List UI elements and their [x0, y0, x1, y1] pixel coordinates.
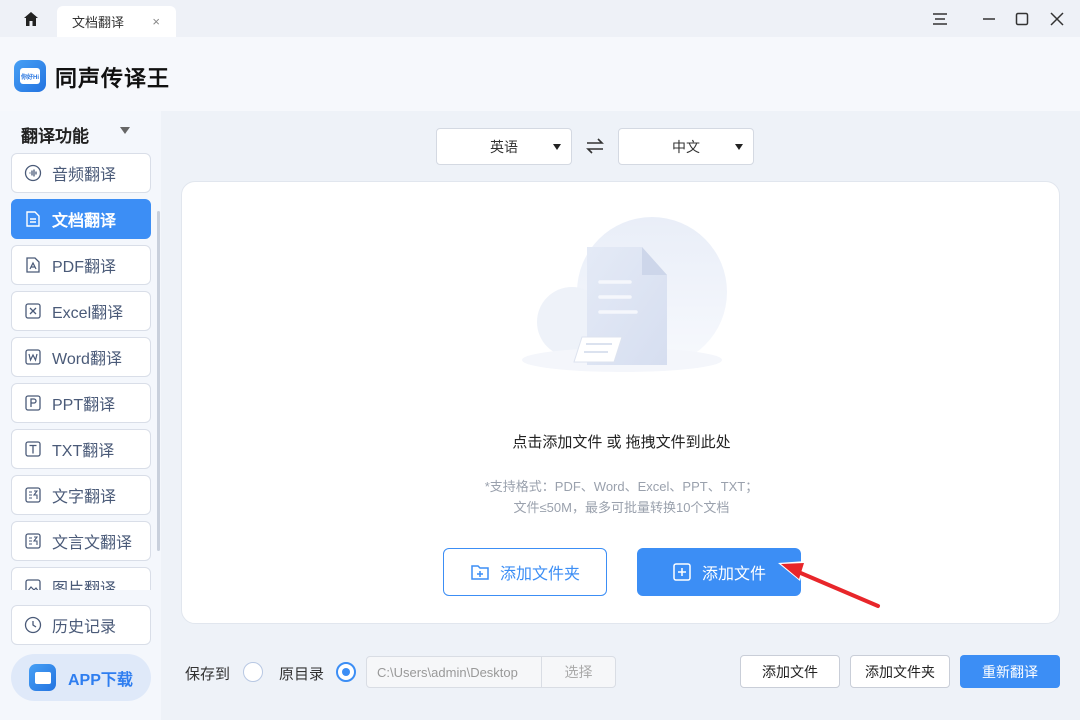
target-language-select[interactable]: 中文	[618, 128, 754, 165]
choose-path-button[interactable]: 选择	[541, 656, 616, 688]
sidebar-item-label: 图片翻译	[52, 581, 117, 590]
pdf-icon	[24, 256, 42, 274]
sidebar-item-word[interactable]: Word翻译	[11, 337, 151, 377]
caret-down-icon	[735, 144, 743, 150]
text-translate-icon	[24, 486, 42, 504]
close-icon[interactable]	[1046, 8, 1068, 30]
sidebar-item-label: 文档翻译	[52, 213, 117, 230]
chevron-down-icon[interactable]	[120, 127, 130, 134]
sidebar-item-excel[interactable]: Excel翻译	[11, 291, 151, 331]
sidebar-item-ppt[interactable]: PPT翻译	[11, 383, 151, 423]
bottom-bar: 保存到 原目录 C:\Users\admin\Desktop 选择 添加文件 添…	[161, 633, 1080, 720]
app-download-button[interactable]: APP下载	[11, 654, 151, 701]
source-language-value: 英语	[490, 138, 518, 155]
add-folder-label: 添加文件夹	[499, 566, 580, 583]
sidebar-item-document[interactable]: 文档翻译	[11, 199, 151, 239]
sidebar-item-classical-chinese[interactable]: 文言文翻译	[11, 521, 151, 561]
nav-list: 音频翻译 文档翻译 PDF翻译 Excel翻译 Word翻译 PPT翻译 TXT…	[11, 153, 151, 590]
folder-add-icon	[470, 562, 490, 582]
drop-zone-title: 点击添加文件 或 拖拽文件到此处	[512, 434, 731, 451]
sidebar-item-label: 音频翻译	[52, 167, 117, 184]
main-area: 英语 中文 点击添加文件 或 拖拽文件到此处 *支持格式：PDF、Word、Ex…	[161, 111, 1080, 720]
file-drop-zone[interactable]: 点击添加文件 或 拖拽文件到此处 *支持格式：PDF、Word、Excel、PP…	[181, 181, 1060, 624]
clock-icon	[24, 616, 42, 634]
app-title: 同声传译王	[55, 66, 171, 91]
app-logo: 你好Hi	[14, 60, 46, 92]
minimize-icon[interactable]	[978, 8, 1000, 30]
source-language-select[interactable]: 英语	[436, 128, 572, 165]
sidebar-item-label: 文言文翻译	[52, 535, 133, 552]
sidebar-item-text-translate[interactable]: 文字翻译	[11, 475, 151, 515]
bottom-add-file-button[interactable]: 添加文件	[740, 655, 840, 688]
maximize-icon[interactable]	[1011, 8, 1033, 30]
history-label: 历史记录	[52, 619, 117, 636]
title-bar: 文档翻译 ×	[0, 0, 1080, 37]
target-language-value: 中文	[672, 138, 700, 155]
classical-chinese-icon	[24, 532, 42, 550]
file-limit-hint: 文件≤50M，最多可批量转换10个文档	[513, 500, 730, 515]
retranslate-button[interactable]: 重新翻译	[960, 655, 1060, 688]
audio-icon	[24, 164, 42, 182]
add-file-label: 添加文件	[701, 566, 766, 583]
sidebar-scrollbar[interactable]	[157, 211, 160, 551]
sidebar-item-label: PDF翻译	[52, 259, 117, 276]
file-add-icon	[672, 562, 692, 582]
tab-label: 文档翻译	[72, 15, 125, 30]
save-to-label: 保存到	[185, 666, 231, 683]
sidebar-item-label: PPT翻译	[52, 397, 116, 414]
sidebar-item-audio[interactable]: 音频翻译	[11, 153, 151, 193]
txt-icon	[24, 440, 42, 458]
sidebar-item-label: 文字翻译	[52, 489, 117, 506]
excel-icon	[24, 302, 42, 320]
sidebar-item-label: TXT翻译	[52, 443, 115, 460]
original-dir-radio[interactable]	[336, 662, 356, 682]
add-folder-button[interactable]: 添加文件夹	[443, 548, 607, 596]
sidebar-item-label: Excel翻译	[52, 305, 124, 322]
output-path-field[interactable]: C:\Users\admin\Desktop	[366, 656, 542, 688]
caret-down-icon	[553, 144, 561, 150]
document-illustration-icon	[522, 217, 727, 372]
home-icon[interactable]	[18, 8, 44, 30]
sidebar-item-label: Word翻译	[52, 351, 122, 368]
sidebar-item-history[interactable]: 历史记录	[11, 605, 151, 645]
tab-close-icon[interactable]: ×	[152, 14, 160, 29]
ppt-icon	[24, 394, 42, 412]
bottom-add-folder-button[interactable]: 添加文件夹	[850, 655, 950, 688]
swap-languages-icon[interactable]	[583, 134, 607, 158]
original-dir-label: 原目录	[279, 666, 325, 683]
annotation-arrow-icon	[778, 561, 882, 610]
sidebar-item-pdf[interactable]: PDF翻译	[11, 245, 151, 285]
menu-icon[interactable]	[929, 8, 951, 30]
tab-document-translate[interactable]: 文档翻译 ×	[57, 6, 176, 37]
document-icon	[24, 210, 42, 228]
app-download-label: APP下载	[68, 671, 133, 689]
app-logo-icon	[29, 664, 56, 691]
sidebar-heading[interactable]: 翻译功能	[21, 122, 89, 147]
sidebar-item-txt[interactable]: TXT翻译	[11, 429, 151, 469]
supported-formats-hint: *支持格式：PDF、Word、Excel、PPT、TXT；	[484, 479, 759, 494]
save-to-radio[interactable]	[243, 662, 263, 682]
app-header: 你好Hi 同声传译王	[0, 37, 1080, 111]
sidebar: 翻译功能 音频翻译 文档翻译 PDF翻译 Excel翻译 Word翻译 PPT翻…	[0, 111, 161, 720]
logo-text: 你好Hi	[20, 68, 40, 84]
sidebar-item-image[interactable]: 图片翻译	[11, 567, 151, 590]
image-icon	[24, 578, 42, 590]
word-icon	[24, 348, 42, 366]
